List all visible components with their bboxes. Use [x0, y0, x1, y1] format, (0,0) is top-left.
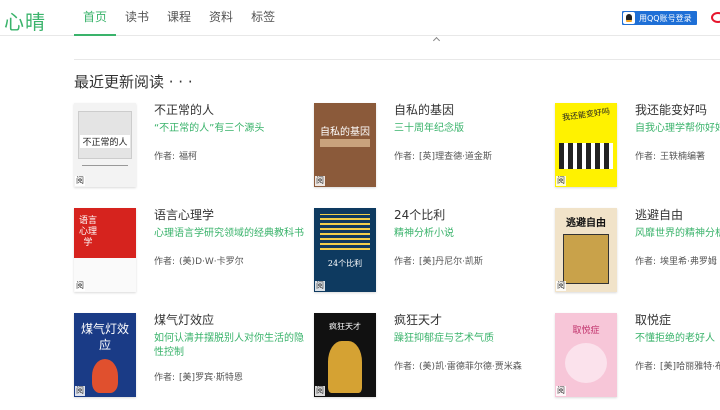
read-badge: 阅	[75, 386, 85, 396]
book-author: 作者: 埃里希·弗罗姆	[635, 257, 717, 267]
site-logo[interactable]: 心晴	[4, 6, 46, 35]
book-title[interactable]: 语言心理学	[154, 206, 214, 223]
book-author: 作者:[美]哈丽雅特·布莱克	[635, 362, 720, 372]
book-description: “不正常的人”有三个源头	[154, 123, 265, 134]
book-title[interactable]: 逃避自由	[635, 206, 683, 223]
book-title[interactable]: 我还能变好吗	[635, 101, 707, 118]
book-card: 逃避自由 阅 逃避自由 风靡世界的精神分析学经典 作者:埃里希·弗罗姆	[555, 208, 720, 298]
book-description: 风靡世界的精神分析学经典	[635, 228, 720, 239]
book-cover[interactable]: 取悦症 阅	[555, 313, 617, 397]
section-title: 最近更新阅读 · · ·	[74, 73, 193, 91]
book-description: 如何认清并摆脱别人对你生活的隐性控制	[154, 333, 304, 358]
section-divider	[74, 59, 720, 60]
book-author: 作者: 福柯	[154, 152, 198, 162]
book-title[interactable]: 煤气灯效应	[154, 311, 214, 328]
book-author: 作者: [美]丹尼尔·凯斯	[394, 257, 483, 267]
read-badge: 阅	[75, 281, 85, 291]
book-card: 煤气灯效应 阅 煤气灯效应 如何认清并摆脱别人对你生活的隐性控制 作者: [美]罗…	[74, 313, 304, 403]
book-description: 三十周年纪念版	[394, 123, 464, 134]
top-bar: 心晴 首页 读书 课程 资料 标签 用QQ账号登录	[0, 0, 720, 36]
book-author: 作者: 王轶楠编著	[635, 152, 706, 162]
book-card: 自私的基因 阅 自私的基因 三十周年纪念版 作者: [英]理查德·道金斯	[314, 103, 544, 193]
book-cover[interactable]: 不正常的人 阅	[74, 103, 136, 187]
book-cover[interactable]: 疯狂天才 阅	[314, 313, 376, 397]
weibo-icon[interactable]	[711, 12, 720, 23]
nav-home[interactable]: 首页	[74, 0, 117, 36]
qq-login-button[interactable]: 用QQ账号登录	[622, 11, 697, 25]
nav-tags[interactable]: 标签	[242, 0, 284, 36]
book-title[interactable]: 24个比利	[394, 206, 445, 223]
read-badge: 阅	[556, 386, 566, 396]
qq-login-label: 用QQ账号登录	[639, 13, 692, 23]
book-title[interactable]: 疯狂天才	[394, 311, 442, 328]
read-badge: 阅	[315, 386, 325, 396]
book-author: 作者: (美)凯·雷德菲尔德·贾米森	[394, 362, 522, 372]
qq-icon	[623, 12, 635, 24]
read-badge: 阅	[556, 281, 566, 291]
read-badge: 阅	[556, 176, 566, 186]
book-cover[interactable]: 逃避自由 阅	[555, 208, 617, 292]
chevron-up-icon[interactable]	[433, 36, 441, 44]
book-title[interactable]: 取悦症	[635, 311, 671, 328]
book-author: 作者: [美]罗宾·斯特恩	[154, 373, 243, 383]
book-cover[interactable]: 语言心理学 阅	[74, 208, 136, 292]
book-cover[interactable]: 煤气灯效应 阅	[74, 313, 136, 397]
book-card: 不正常的人 阅 不正常的人 “不正常的人”有三个源头 作者: 福柯	[74, 103, 304, 193]
main-nav: 首页 读书 课程 资料 标签	[74, 0, 284, 36]
nav-materials[interactable]: 资料	[200, 0, 242, 36]
nav-books[interactable]: 读书	[116, 0, 158, 36]
book-cover[interactable]: 我还能变好吗 阅	[555, 103, 617, 187]
book-title[interactable]: 自私的基因	[394, 101, 454, 118]
read-badge: 阅	[75, 176, 85, 186]
nav-courses[interactable]: 课程	[158, 0, 200, 36]
book-description: 心理语言学研究领域的经典教科书	[154, 228, 304, 239]
book-card: 语言心理学 阅 语言心理学 心理语言学研究领域的经典教科书 作者: (美)D·W·…	[74, 208, 304, 298]
book-card: 取悦症 阅 取悦症 不懂拒绝的老好人 作者:[美]哈丽雅特·布莱克	[555, 313, 720, 403]
book-card: 24个比利 阅 24个比利 精神分析小说 作者: [美]丹尼尔·凯斯	[314, 208, 544, 298]
book-author: 作者: (美)D·W·卡罗尔	[154, 257, 244, 267]
book-card: 疯狂天才 阅 疯狂天才 躁狂抑郁症与艺术气质 作者: (美)凯·雷德菲尔德·贾米森	[314, 313, 544, 403]
book-description: 躁狂抑郁症与艺术气质	[394, 333, 494, 344]
book-cover[interactable]: 自私的基因 阅	[314, 103, 376, 187]
book-description: 不懂拒绝的老好人	[635, 333, 715, 344]
book-description: 自我心理学帮你好好做自己	[635, 123, 720, 134]
book-author: 作者: [英]理查德·道金斯	[394, 152, 492, 162]
book-description: 精神分析小说	[394, 228, 454, 239]
read-badge: 阅	[315, 281, 325, 291]
book-card: 我还能变好吗 阅 我还能变好吗 自我心理学帮你好好做自己 作者:王轶楠编著	[555, 103, 720, 193]
book-title[interactable]: 不正常的人	[154, 101, 214, 118]
book-cover[interactable]: 24个比利 阅	[314, 208, 376, 292]
read-badge: 阅	[315, 176, 325, 186]
